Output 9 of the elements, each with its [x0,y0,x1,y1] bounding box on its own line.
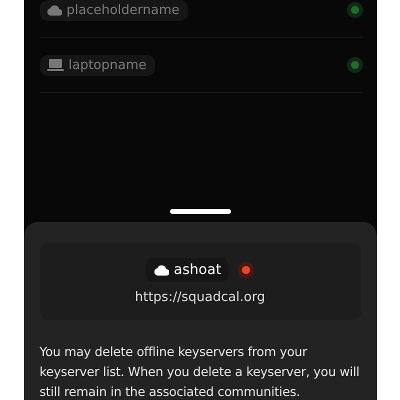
description-text: You may delete offline keyservers from your keyserver list. When you delete a keyserver, you will still remain in the associated communities. [40,343,360,400]
cloud-icon [154,264,169,276]
cloud-icon [46,4,62,16]
keyserver-chip[interactable]: placeholdername [40,0,188,20]
sheet-handle[interactable] [170,209,230,214]
keyserver-url: https://squadcal.org [134,290,266,305]
laptop-icon [46,59,64,71]
keyserver-chip: ashoat [146,258,230,282]
keyserver-chip[interactable]: laptopname [40,54,154,76]
